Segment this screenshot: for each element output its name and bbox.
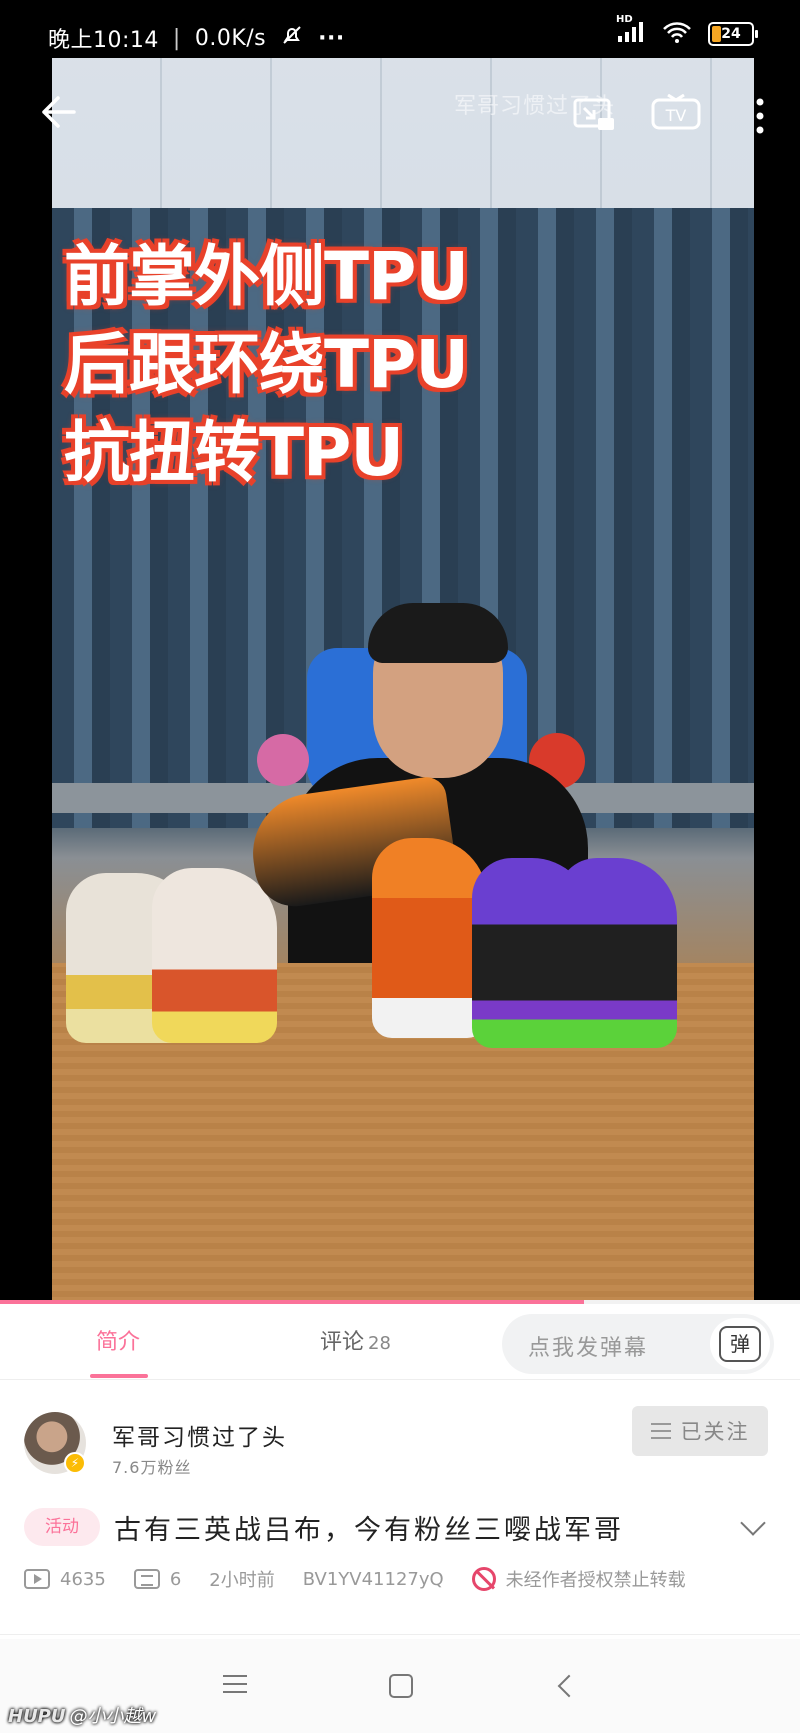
cast-icon[interactable] <box>572 96 618 136</box>
copyright-notice: 未经作者授权禁止转载 <box>505 1570 686 1591</box>
video-shoe <box>152 868 277 1043</box>
back-icon[interactable] <box>552 1669 586 1703</box>
tab-intro[interactable]: 简介 <box>96 1324 140 1356</box>
wifi-icon <box>662 20 692 48</box>
more-vertical-icon[interactable] <box>748 94 772 138</box>
mute-bell-icon <box>280 23 304 53</box>
source-watermark: HUPU @小小越w <box>8 1702 156 1728</box>
video-ceiling <box>52 58 754 208</box>
uploader-name[interactable]: 军哥习惯过了头 <box>112 1418 287 1452</box>
watermark-brand: HUPU <box>8 1706 66 1727</box>
tab-comments-label: 评论 <box>320 1330 365 1355</box>
verified-badge-icon: ⚡ <box>64 1452 86 1474</box>
video-title: 古有三英战吕布，今有粉丝三嘤战军哥 <box>114 1515 624 1546</box>
status-separator: | <box>172 25 181 51</box>
comments-count: 28 <box>368 1333 391 1354</box>
video-title-row: 活动 古有三英战吕布，今有粉丝三嘤战军哥 <box>24 1508 784 1548</box>
video-stats: 4635 6 2小时前 BV1YV41127yQ 未经作者授权禁止转载 <box>24 1564 686 1594</box>
home-icon[interactable] <box>384 1669 418 1703</box>
back-arrow-icon[interactable] <box>38 92 78 132</box>
play-count-icon <box>24 1569 50 1589</box>
bvid: BV1YV41127yQ <box>302 1568 444 1590</box>
video-caption-overlay: 前掌外侧TPU 后跟环绕TPU 抗扭转TPU <box>64 233 469 497</box>
clock: 晚上10:14 <box>48 28 159 53</box>
tab-active-indicator <box>90 1374 148 1378</box>
danmaku-input[interactable]: 点我发弹幕 弹 <box>502 1314 774 1374</box>
activity-tag[interactable]: 活动 <box>24 1508 100 1546</box>
no-repost-icon <box>471 1567 496 1591</box>
uploader-row: ⚡ 军哥习惯过了头 7.6万粉丝 已关注 <box>24 1406 784 1482</box>
follow-button[interactable]: 已关注 <box>632 1406 768 1456</box>
danmaku-count: 6 <box>169 1568 182 1590</box>
tab-bar: 简介 评论 28 点我发弹幕 弹 <box>0 1304 800 1380</box>
caption-line: 后跟环绕TPU <box>64 326 469 403</box>
watermark-user: @小小越w <box>69 1706 157 1727</box>
signal-icon: HD <box>616 14 646 48</box>
more-dots: ··· <box>318 25 345 51</box>
recent-apps-icon[interactable] <box>218 1669 252 1703</box>
danmaku-placeholder: 点我发弹幕 <box>528 1336 649 1361</box>
tab-comments[interactable]: 评论 28 <box>320 1324 391 1356</box>
battery-icon: 24 <box>708 22 758 46</box>
view-count: 4635 <box>60 1568 106 1590</box>
caption-line: 抗扭转TPU <box>64 414 404 491</box>
video-shoe <box>372 838 487 1038</box>
chevron-down-icon[interactable] <box>740 1510 766 1536</box>
danmaku-toggle-icon[interactable]: 弹 <box>710 1318 770 1370</box>
caption-line: 前掌外侧TPU <box>64 238 469 315</box>
menu-icon <box>650 1423 671 1439</box>
follow-label: 已关注 <box>680 1420 750 1444</box>
video-info-panel: 简介 评论 28 点我发弹幕 弹 ⚡ 军哥习惯过了头 7.6万粉丝 已关注 活动 … <box>0 1304 800 1639</box>
danmaku-count-icon <box>133 1569 160 1589</box>
tv-icon[interactable]: TV <box>650 93 702 134</box>
divider <box>0 1634 800 1635</box>
uploader-fans: 7.6万粉丝 <box>112 1458 192 1477</box>
video-shoe <box>557 858 677 1048</box>
tv-icon-label: TV <box>665 106 687 125</box>
video-player[interactable]: 前掌外侧TPU 后跟环绕TPU 抗扭转TPU 军哥习惯过了头 <box>52 58 754 1300</box>
danmaku-icon-label: 弹 <box>719 1326 761 1362</box>
net-speed: 0.0K/s <box>194 25 267 51</box>
publish-time: 2小时前 <box>209 1570 275 1591</box>
